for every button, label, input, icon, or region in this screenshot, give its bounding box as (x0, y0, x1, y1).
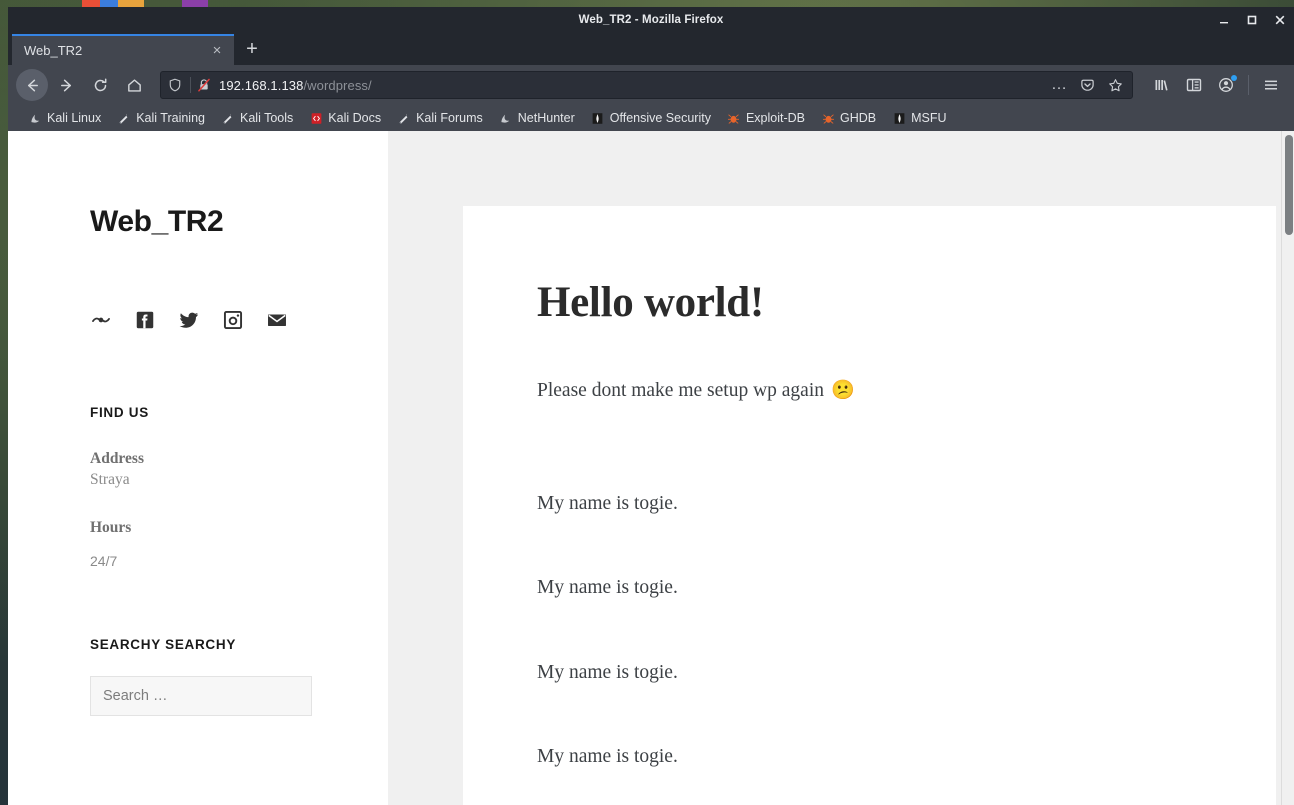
link-icon[interactable] (90, 309, 112, 331)
bookmark-offensive-security[interactable]: Offensive Security (583, 107, 719, 129)
maximize-icon[interactable] (1244, 12, 1260, 28)
bookmark-label: Offensive Security (609, 111, 711, 125)
site-title[interactable]: Web_TR2 (90, 205, 388, 239)
social-links (90, 309, 388, 331)
widget-search: Searchy Searchy (90, 637, 388, 716)
kali-docs-icon (309, 111, 323, 125)
exploitdb-bug-icon (727, 111, 741, 125)
post-body-lines: My name is togie. My name is togie. My n… (537, 488, 1202, 805)
post-line: My name is togie. (537, 577, 678, 599)
hours-label: Hours (90, 519, 132, 536)
kali-dragon-icon (499, 111, 513, 125)
navigation-toolbar: 192.168.1.138/wordpress/ … (8, 65, 1294, 105)
url-text: 192.168.1.138/wordpress/ (219, 78, 1042, 93)
window-controls (1216, 7, 1288, 33)
pocket-icon[interactable] (1076, 74, 1098, 96)
post-title: Hello world! (537, 279, 764, 326)
bookmarks-bar: Kali Linux Kali Training Kali Tools Kali… (8, 105, 1294, 131)
facebook-icon[interactable] (134, 309, 156, 331)
url-host: 192.168.1.138 (219, 77, 304, 93)
url-bar[interactable]: 192.168.1.138/wordpress/ … (160, 71, 1133, 99)
back-button[interactable] (16, 69, 48, 101)
kali-dragon-icon (28, 111, 42, 125)
bookmark-ghdb[interactable]: GHDB (813, 107, 884, 129)
twitter-icon[interactable] (178, 309, 200, 331)
kali-wrench-icon (221, 111, 235, 125)
email-icon[interactable] (266, 309, 288, 331)
scrollbar-thumb[interactable] (1285, 135, 1293, 235)
bookmark-label: Exploit-DB (745, 111, 805, 125)
reload-button[interactable] (84, 69, 116, 101)
widget-find-us: Find Us Address Straya Hours 24/7 (90, 405, 388, 569)
library-icon[interactable] (1147, 70, 1177, 100)
exploitdb-bug-icon (821, 111, 835, 125)
post-card: Hello world! Please dont make me setup w… (463, 206, 1276, 805)
page-actions-icon[interactable]: … (1048, 74, 1070, 96)
page-scrollbar[interactable] (1281, 131, 1294, 805)
bookmark-nethunter[interactable]: NetHunter (491, 107, 583, 129)
home-button[interactable] (118, 69, 150, 101)
bookmark-label: Kali Docs (328, 111, 382, 125)
tab-strip: Web_TR2 × + (8, 33, 1294, 65)
wordpress-content-region: Hello world! Please dont make me setup w… (388, 131, 1294, 805)
account-notification-dot (1231, 75, 1237, 81)
offsec-icon (892, 111, 906, 125)
lock-crossed-icon[interactable] (197, 78, 213, 92)
bookmark-exploit-db[interactable]: Exploit-DB (719, 107, 813, 129)
bookmark-kali-tools[interactable]: Kali Tools (213, 107, 301, 129)
page-viewport: Web_TR2 FIND US Address Straya Hours 24/… (8, 131, 1294, 805)
bookmark-label: GHDB (840, 111, 877, 125)
new-tab-button[interactable]: + (234, 34, 270, 65)
shield-icon[interactable] (168, 78, 184, 92)
close-icon[interactable] (1272, 12, 1288, 28)
bookmark-label: MSFU (911, 111, 947, 125)
minimize-icon[interactable] (1216, 12, 1232, 28)
post-intro-paragraph: Please dont make me setup wp again 😕 (537, 375, 1202, 406)
toolbar-right-actions (1143, 70, 1286, 100)
wordpress-sidebar: Web_TR2 FIND US Address Straya Hours 24/… (8, 131, 388, 805)
bookmark-kali-docs[interactable]: Kali Docs (301, 107, 389, 129)
desktop-background: Web_TR2 - Mozilla Firefox Web_TR2 × + 19… (0, 0, 1294, 805)
post-line: My name is togie. (537, 493, 678, 515)
tab-label: Web_TR2 (24, 43, 83, 58)
post-line: My name is togie. (537, 745, 678, 767)
offsec-icon (591, 111, 605, 125)
application-menu-icon[interactable] (1256, 70, 1286, 100)
bookmark-kali-linux[interactable]: Kali Linux (20, 107, 109, 129)
url-path: /wordpress/ (303, 77, 372, 93)
forward-button[interactable] (50, 69, 82, 101)
toolbar-divider (1248, 75, 1249, 95)
post-line: My name is togie. (537, 661, 678, 683)
title-bar: Web_TR2 - Mozilla Firefox (8, 7, 1294, 33)
bookmark-kali-forums[interactable]: Kali Forums (389, 107, 491, 129)
widget-title-search: Searchy Searchy (90, 637, 237, 652)
bookmark-label: Kali Training (136, 111, 205, 125)
kali-wrench-icon (397, 111, 411, 125)
address-value: Straya (90, 471, 130, 488)
instagram-icon[interactable] (222, 309, 244, 331)
kali-wrench-icon (117, 111, 131, 125)
bookmark-label: NetHunter (517, 111, 575, 125)
widget-title-find-us: Find Us (90, 405, 149, 420)
window-title: Web_TR2 - Mozilla Firefox (578, 14, 724, 26)
tab-web-tr2[interactable]: Web_TR2 × (12, 34, 234, 65)
firefox-window: Web_TR2 - Mozilla Firefox Web_TR2 × + 19… (8, 7, 1294, 805)
account-icon[interactable] (1211, 70, 1241, 100)
bookmark-kali-training[interactable]: Kali Training (109, 107, 213, 129)
sidebar-icon[interactable] (1179, 70, 1209, 100)
bookmark-msfu[interactable]: MSFU (884, 107, 954, 129)
bookmark-label: Kali Forums (416, 111, 483, 125)
bookmark-label: Kali Tools (240, 111, 294, 125)
tab-close-icon[interactable]: × (208, 42, 226, 60)
bookmark-label: Kali Linux (47, 111, 102, 125)
search-input[interactable] (90, 676, 312, 716)
bookmark-star-icon[interactable] (1104, 74, 1126, 96)
post-intro-text: Please dont make me setup wp again (537, 380, 825, 401)
hours-value: 24/7 (90, 553, 118, 569)
confused-face-emoji: 😕 (831, 380, 855, 402)
address-label: Address (90, 450, 144, 467)
url-divider (190, 77, 191, 93)
